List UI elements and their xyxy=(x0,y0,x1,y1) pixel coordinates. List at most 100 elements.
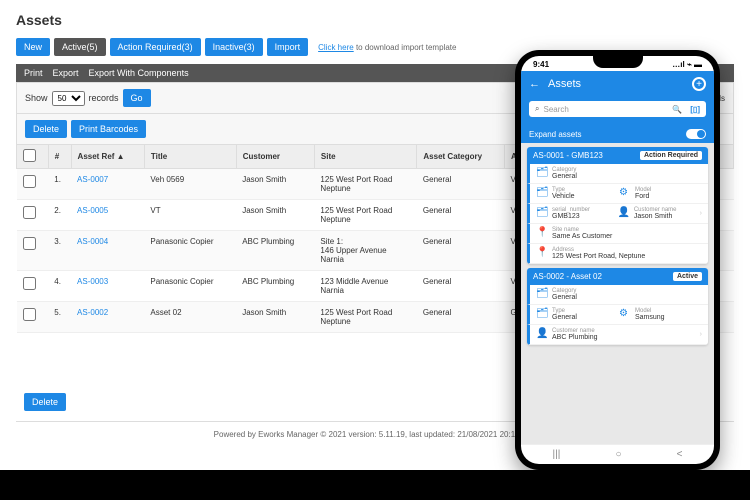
row-checkbox[interactable] xyxy=(23,175,36,188)
phone-mockup: 9:41 …ıl ⌁ ▬ ← Assets + ⌕ Search 🔍 [▯] E… xyxy=(515,50,720,470)
row-checkbox[interactable] xyxy=(23,237,36,250)
col-num[interactable]: # xyxy=(48,145,71,169)
row-checkbox[interactable] xyxy=(23,277,36,290)
type-icon: 🗂 xyxy=(536,308,552,321)
nav-recent-icon[interactable]: ||| xyxy=(553,449,561,460)
customer-icon: 👤 xyxy=(536,328,552,341)
asset-ref-link[interactable]: AS-0004 xyxy=(77,237,108,246)
import-button[interactable]: Import xyxy=(267,38,309,56)
select-all-checkbox[interactable] xyxy=(23,149,36,162)
status-badge: Action Required xyxy=(640,151,702,160)
phone-app-header: ← Assets + xyxy=(521,71,714,97)
row-site: Site 1: 146 Upper Avenue Narnia xyxy=(314,231,416,271)
row-customer: ABC Plumbing xyxy=(236,271,314,302)
phone-title: Assets xyxy=(548,78,581,90)
print-barcodes-button[interactable]: Print Barcodes xyxy=(71,120,146,138)
chevron-right-icon: › xyxy=(700,210,702,217)
customer-icon: 👤 xyxy=(618,207,634,220)
chevron-right-icon: › xyxy=(700,331,702,338)
go-button[interactable]: Go xyxy=(123,89,151,107)
site-icon: 📍 xyxy=(536,227,552,240)
export-link[interactable]: Export xyxy=(53,68,79,78)
asset-ref-link[interactable]: AS-0002 xyxy=(77,308,108,317)
col-category[interactable]: Asset Category xyxy=(417,145,505,169)
asset-card[interactable]: AS-0002 - Asset 02 Active 🗂 CategoryGene… xyxy=(527,268,708,345)
black-footer-strip xyxy=(0,470,750,500)
asset-card-title: AS-0002 - Asset 02 xyxy=(533,272,602,281)
records-label: records xyxy=(89,93,119,103)
row-title: VT xyxy=(144,200,236,231)
asset-ref-link[interactable]: AS-0007 xyxy=(77,175,108,184)
nav-home-icon[interactable]: ○ xyxy=(615,449,621,460)
row-site: 125 West Port Road Neptune xyxy=(314,200,416,231)
barcode-scan-icon[interactable]: [▯] xyxy=(690,105,700,114)
col-title[interactable]: Title xyxy=(144,145,236,169)
active-filter-button[interactable]: Active(5) xyxy=(54,38,106,56)
back-icon[interactable]: ← xyxy=(529,78,540,90)
row-category: General xyxy=(417,231,505,271)
phone-time: 9:41 xyxy=(533,60,549,69)
row-checkbox[interactable] xyxy=(23,308,36,321)
phone-nav-bar: ||| ○ < xyxy=(521,444,714,464)
row-num: 3. xyxy=(48,231,71,271)
type-icon: 🗂 xyxy=(536,187,552,200)
inactive-filter-button[interactable]: Inactive(3) xyxy=(205,38,263,56)
row-checkbox[interactable] xyxy=(23,206,36,219)
status-badge: Active xyxy=(673,272,702,281)
row-category: General xyxy=(417,200,505,231)
row-title: Panasonic Copier xyxy=(144,271,236,302)
phone-notch xyxy=(593,56,643,68)
row-num: 2. xyxy=(48,200,71,231)
row-category: General xyxy=(417,302,505,333)
expand-assets-row: Expand assets xyxy=(521,125,714,143)
row-customer: Jason Smith xyxy=(236,200,314,231)
download-template-link[interactable]: Click here to download import template xyxy=(318,43,456,52)
row-site: 123 Middle Avenue Narnia xyxy=(314,271,416,302)
row-site: 125 West Port Road Neptune xyxy=(314,169,416,200)
category-icon: 🗂 xyxy=(536,288,552,301)
row-customer: Jason Smith xyxy=(236,302,314,333)
row-title: Panasonic Copier xyxy=(144,231,236,271)
row-num: 4. xyxy=(48,271,71,302)
phone-signal-icon: …ıl ⌁ ▬ xyxy=(672,60,702,69)
asset-ref-link[interactable]: AS-0003 xyxy=(77,277,108,286)
action-required-filter-button[interactable]: Action Required(3) xyxy=(110,38,201,56)
search-placeholder: Search xyxy=(543,105,568,114)
delete-button-bottom[interactable]: Delete xyxy=(24,393,66,411)
serial-icon: 🗂 xyxy=(536,207,552,220)
model-icon: ⚙ xyxy=(619,187,635,200)
row-num: 1. xyxy=(48,169,71,200)
model-icon: ⚙ xyxy=(619,308,635,321)
phone-search-bar[interactable]: ⌕ Search 🔍 [▯] xyxy=(529,101,706,117)
delete-button[interactable]: Delete xyxy=(25,120,67,138)
search-submit-icon[interactable]: 🔍 xyxy=(672,105,682,114)
export-components-link[interactable]: Export With Components xyxy=(89,68,189,78)
col-site[interactable]: Site xyxy=(314,145,416,169)
col-checkbox xyxy=(17,145,49,169)
new-button[interactable]: New xyxy=(16,38,50,56)
asset-card[interactable]: AS-0001 - GMB123 Action Required 🗂 Categ… xyxy=(527,147,708,264)
print-link[interactable]: Print xyxy=(24,68,43,78)
row-site: 125 West Port Road Neptune xyxy=(314,302,416,333)
add-asset-icon[interactable]: + xyxy=(692,77,706,91)
nav-back-icon[interactable]: < xyxy=(677,449,683,460)
row-title: Veh 0569 xyxy=(144,169,236,200)
row-title: Asset 02 xyxy=(144,302,236,333)
col-customer[interactable]: Customer xyxy=(236,145,314,169)
expand-toggle[interactable] xyxy=(686,129,706,139)
asset-ref-link[interactable]: AS-0005 xyxy=(77,206,108,215)
page-size-select[interactable]: 50 xyxy=(52,91,85,106)
row-category: General xyxy=(417,271,505,302)
row-category: General xyxy=(417,169,505,200)
expand-label: Expand assets xyxy=(529,130,581,139)
row-customer: ABC Plumbing xyxy=(236,231,314,271)
address-icon: 📍 xyxy=(536,247,552,260)
row-customer: Jason Smith xyxy=(236,169,314,200)
category-icon: 🗂 xyxy=(536,167,552,180)
row-num: 5. xyxy=(48,302,71,333)
asset-card-title: AS-0001 - GMB123 xyxy=(533,151,603,160)
search-icon: ⌕ xyxy=(535,104,539,114)
page-title: Assets xyxy=(16,12,734,28)
col-ref[interactable]: Asset Ref ▲ xyxy=(71,145,144,169)
show-label: Show xyxy=(25,93,48,103)
